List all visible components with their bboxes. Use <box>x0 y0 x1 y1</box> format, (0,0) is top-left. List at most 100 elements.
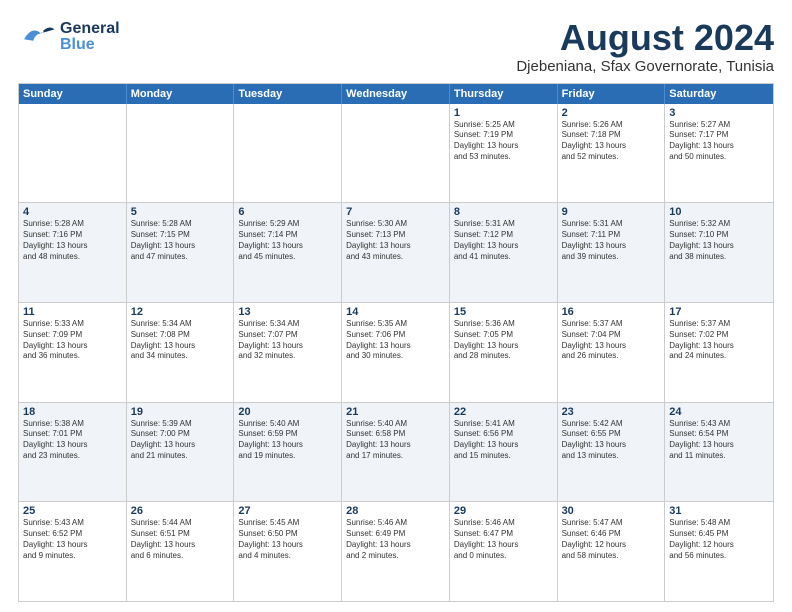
title-block: August 2024 Djebeniana, Sfax Governorate… <box>516 18 774 75</box>
calendar-cell-2: 2Sunrise: 5:26 AM Sunset: 7:18 PM Daylig… <box>558 104 666 203</box>
cell-text-12: Sunrise: 5:34 AM Sunset: 7:08 PM Dayligh… <box>131 319 230 362</box>
day-number-6: 6 <box>238 206 337 218</box>
calendar-cell-9: 9Sunrise: 5:31 AM Sunset: 7:11 PM Daylig… <box>558 203 666 302</box>
cell-text-31: Sunrise: 5:48 AM Sunset: 6:45 PM Dayligh… <box>669 518 769 561</box>
day-number-30: 30 <box>562 505 661 517</box>
cell-text-18: Sunrise: 5:38 AM Sunset: 7:01 PM Dayligh… <box>23 419 122 462</box>
cell-text-29: Sunrise: 5:46 AM Sunset: 6:47 PM Dayligh… <box>454 518 553 561</box>
calendar-cell-11: 11Sunrise: 5:33 AM Sunset: 7:09 PM Dayli… <box>19 303 127 402</box>
calendar-cell-4: 4Sunrise: 5:28 AM Sunset: 7:16 PM Daylig… <box>19 203 127 302</box>
day-number-20: 20 <box>238 406 337 418</box>
calendar-cell-30: 30Sunrise: 5:47 AM Sunset: 6:46 PM Dayli… <box>558 502 666 601</box>
header-day-thursday: Thursday <box>450 84 558 104</box>
cell-text-6: Sunrise: 5:29 AM Sunset: 7:14 PM Dayligh… <box>238 219 337 262</box>
header-day-monday: Monday <box>127 84 235 104</box>
day-number-2: 2 <box>562 107 661 119</box>
day-number-18: 18 <box>23 406 122 418</box>
calendar-cell-7: 7Sunrise: 5:30 AM Sunset: 7:13 PM Daylig… <box>342 203 450 302</box>
cell-text-4: Sunrise: 5:28 AM Sunset: 7:16 PM Dayligh… <box>23 219 122 262</box>
calendar-cell-19: 19Sunrise: 5:39 AM Sunset: 7:00 PM Dayli… <box>127 403 235 502</box>
day-number-12: 12 <box>131 306 230 318</box>
calendar-cell-empty <box>234 104 342 203</box>
calendar-cell-8: 8Sunrise: 5:31 AM Sunset: 7:12 PM Daylig… <box>450 203 558 302</box>
cell-text-21: Sunrise: 5:40 AM Sunset: 6:58 PM Dayligh… <box>346 419 445 462</box>
page: General Blue August 2024 Djebeniana, Sfa… <box>0 0 792 612</box>
calendar-header: SundayMondayTuesdayWednesdayThursdayFrid… <box>19 84 773 104</box>
calendar-row-4: 25Sunrise: 5:43 AM Sunset: 6:52 PM Dayli… <box>19 502 773 601</box>
calendar-cell-18: 18Sunrise: 5:38 AM Sunset: 7:01 PM Dayli… <box>19 403 127 502</box>
day-number-8: 8 <box>454 206 553 218</box>
day-number-29: 29 <box>454 505 553 517</box>
header-day-saturday: Saturday <box>665 84 773 104</box>
calendar-cell-10: 10Sunrise: 5:32 AM Sunset: 7:10 PM Dayli… <box>665 203 773 302</box>
cell-text-11: Sunrise: 5:33 AM Sunset: 7:09 PM Dayligh… <box>23 319 122 362</box>
calendar-cell-16: 16Sunrise: 5:37 AM Sunset: 7:04 PM Dayli… <box>558 303 666 402</box>
day-number-5: 5 <box>131 206 230 218</box>
day-number-17: 17 <box>669 306 769 318</box>
cell-text-28: Sunrise: 5:46 AM Sunset: 6:49 PM Dayligh… <box>346 518 445 561</box>
day-number-25: 25 <box>23 505 122 517</box>
calendar-cell-24: 24Sunrise: 5:43 AM Sunset: 6:54 PM Dayli… <box>665 403 773 502</box>
cell-text-14: Sunrise: 5:35 AM Sunset: 7:06 PM Dayligh… <box>346 319 445 362</box>
day-number-13: 13 <box>238 306 337 318</box>
cell-text-19: Sunrise: 5:39 AM Sunset: 7:00 PM Dayligh… <box>131 419 230 462</box>
calendar-cell-15: 15Sunrise: 5:36 AM Sunset: 7:05 PM Dayli… <box>450 303 558 402</box>
day-number-27: 27 <box>238 505 337 517</box>
day-number-7: 7 <box>346 206 445 218</box>
cell-text-3: Sunrise: 5:27 AM Sunset: 7:17 PM Dayligh… <box>669 120 769 163</box>
calendar-cell-21: 21Sunrise: 5:40 AM Sunset: 6:58 PM Dayli… <box>342 403 450 502</box>
day-number-22: 22 <box>454 406 553 418</box>
logo-general-text: General <box>60 21 120 37</box>
calendar-cell-empty <box>19 104 127 203</box>
logo-blue-text: Blue <box>60 37 120 53</box>
cell-text-25: Sunrise: 5:43 AM Sunset: 6:52 PM Dayligh… <box>23 518 122 561</box>
day-number-14: 14 <box>346 306 445 318</box>
day-number-21: 21 <box>346 406 445 418</box>
calendar-cell-1: 1Sunrise: 5:25 AM Sunset: 7:19 PM Daylig… <box>450 104 558 203</box>
header-day-wednesday: Wednesday <box>342 84 450 104</box>
cell-text-27: Sunrise: 5:45 AM Sunset: 6:50 PM Dayligh… <box>238 518 337 561</box>
cell-text-1: Sunrise: 5:25 AM Sunset: 7:19 PM Dayligh… <box>454 120 553 163</box>
cell-text-2: Sunrise: 5:26 AM Sunset: 7:18 PM Dayligh… <box>562 120 661 163</box>
calendar-cell-12: 12Sunrise: 5:34 AM Sunset: 7:08 PM Dayli… <box>127 303 235 402</box>
day-number-19: 19 <box>131 406 230 418</box>
main-title: August 2024 <box>516 18 774 58</box>
calendar-cell-29: 29Sunrise: 5:46 AM Sunset: 6:47 PM Dayli… <box>450 502 558 601</box>
calendar-cell-13: 13Sunrise: 5:34 AM Sunset: 7:07 PM Dayli… <box>234 303 342 402</box>
cell-text-23: Sunrise: 5:42 AM Sunset: 6:55 PM Dayligh… <box>562 419 661 462</box>
calendar-cell-23: 23Sunrise: 5:42 AM Sunset: 6:55 PM Dayli… <box>558 403 666 502</box>
header-day-sunday: Sunday <box>19 84 127 104</box>
day-number-24: 24 <box>669 406 769 418</box>
day-number-10: 10 <box>669 206 769 218</box>
calendar: SundayMondayTuesdayWednesdayThursdayFrid… <box>18 83 774 602</box>
day-number-28: 28 <box>346 505 445 517</box>
calendar-body: 1Sunrise: 5:25 AM Sunset: 7:19 PM Daylig… <box>19 104 773 601</box>
calendar-cell-empty <box>342 104 450 203</box>
calendar-cell-14: 14Sunrise: 5:35 AM Sunset: 7:06 PM Dayli… <box>342 303 450 402</box>
calendar-cell-27: 27Sunrise: 5:45 AM Sunset: 6:50 PM Dayli… <box>234 502 342 601</box>
cell-text-26: Sunrise: 5:44 AM Sunset: 6:51 PM Dayligh… <box>131 518 230 561</box>
header-day-tuesday: Tuesday <box>234 84 342 104</box>
day-number-4: 4 <box>23 206 122 218</box>
calendar-cell-25: 25Sunrise: 5:43 AM Sunset: 6:52 PM Dayli… <box>19 502 127 601</box>
calendar-cell-31: 31Sunrise: 5:48 AM Sunset: 6:45 PM Dayli… <box>665 502 773 601</box>
calendar-cell-20: 20Sunrise: 5:40 AM Sunset: 6:59 PM Dayli… <box>234 403 342 502</box>
cell-text-15: Sunrise: 5:36 AM Sunset: 7:05 PM Dayligh… <box>454 319 553 362</box>
calendar-cell-3: 3Sunrise: 5:27 AM Sunset: 7:17 PM Daylig… <box>665 104 773 203</box>
day-number-16: 16 <box>562 306 661 318</box>
cell-text-22: Sunrise: 5:41 AM Sunset: 6:56 PM Dayligh… <box>454 419 553 462</box>
day-number-1: 1 <box>454 107 553 119</box>
day-number-31: 31 <box>669 505 769 517</box>
calendar-cell-5: 5Sunrise: 5:28 AM Sunset: 7:15 PM Daylig… <box>127 203 235 302</box>
cell-text-13: Sunrise: 5:34 AM Sunset: 7:07 PM Dayligh… <box>238 319 337 362</box>
cell-text-20: Sunrise: 5:40 AM Sunset: 6:59 PM Dayligh… <box>238 419 337 462</box>
header: General Blue August 2024 Djebeniana, Sfa… <box>18 18 774 75</box>
cell-text-16: Sunrise: 5:37 AM Sunset: 7:04 PM Dayligh… <box>562 319 661 362</box>
subtitle: Djebeniana, Sfax Governorate, Tunisia <box>516 58 774 75</box>
logo-words: General Blue <box>60 21 120 53</box>
calendar-cell-28: 28Sunrise: 5:46 AM Sunset: 6:49 PM Dayli… <box>342 502 450 601</box>
logo: General Blue <box>18 18 120 56</box>
calendar-row-2: 11Sunrise: 5:33 AM Sunset: 7:09 PM Dayli… <box>19 303 773 403</box>
calendar-cell-empty <box>127 104 235 203</box>
calendar-cell-17: 17Sunrise: 5:37 AM Sunset: 7:02 PM Dayli… <box>665 303 773 402</box>
